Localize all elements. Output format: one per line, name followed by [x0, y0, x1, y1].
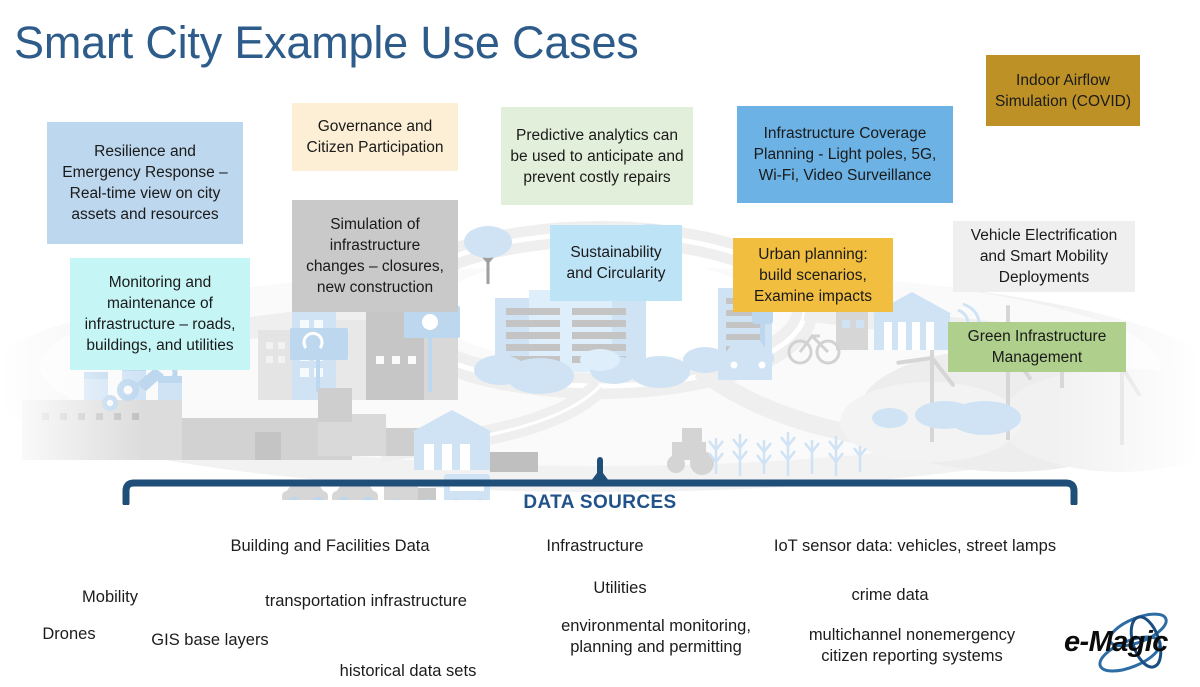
source-term-environmental: environmental monitoring, planning and p…: [561, 617, 751, 656]
callout-resilience[interactable]: Resilience and Emergency Response – Real…: [47, 122, 243, 244]
page-title: Smart City Example Use Cases: [14, 17, 639, 68]
callout-label: Sustainability and Circularity: [566, 244, 666, 282]
callout-label: Monitoring and maintenance of infrastruc…: [84, 274, 236, 354]
callout-label: Predictive analytics can be used to anti…: [510, 126, 684, 186]
callout-label: Vehicle Electrification and Smart Mobili…: [970, 227, 1118, 286]
callout-label: Green Infrastructure Management: [967, 328, 1107, 366]
source-term-crime: crime data: [851, 586, 929, 604]
logo-text: e-Magic: [1064, 626, 1168, 658]
source-term-gis: GIS base layers: [151, 631, 269, 649]
callout-label: Resilience and Emergency Response – Real…: [62, 143, 228, 223]
callout-urban-planning[interactable]: Urban planning: build scenarios, Examine…: [733, 238, 893, 312]
source-term-iot: IoT sensor data: vehicles, street lamps: [773, 537, 1057, 555]
data-sources-title: DATA SOURCES: [523, 492, 677, 513]
callout-simulation[interactable]: Simulation of infrastructure changes – c…: [292, 200, 458, 312]
source-term-utilities: Utilities: [593, 579, 647, 597]
source-term-mobility: Mobility: [82, 588, 138, 606]
callout-label: Infrastructure Coverage Planning - Light…: [753, 125, 937, 184]
callout-label: Simulation of infrastructure changes – c…: [306, 216, 444, 296]
source-term-building: Building and Facilities Data: [230, 537, 430, 555]
callout-monitoring[interactable]: Monitoring and maintenance of infrastruc…: [70, 258, 250, 370]
source-term-multichannel: multichannel nonemergency citizen report…: [808, 626, 1016, 665]
callout-indoor-airflow[interactable]: Indoor Airflow Simulation (COVID): [986, 55, 1140, 126]
source-term-infrastructure: Infrastructure: [546, 537, 644, 555]
source-term-historical: historical data sets: [339, 662, 477, 680]
callout-vehicle-electrification[interactable]: Vehicle Electrification and Smart Mobili…: [953, 221, 1135, 292]
source-term-drones: Drones: [42, 625, 96, 643]
source-term-transportation: transportation infrastructure: [265, 592, 467, 610]
callout-label: Governance and Citizen Participation: [306, 118, 444, 156]
callout-label: Indoor Airflow Simulation (COVID): [994, 71, 1132, 110]
emagic-logo: e-Magic: [1058, 606, 1194, 680]
callout-green-infrastructure[interactable]: Green Infrastructure Management: [948, 322, 1126, 372]
callout-governance[interactable]: Governance and Citizen Participation: [292, 103, 458, 171]
callout-predictive[interactable]: Predictive analytics can be used to anti…: [501, 107, 693, 205]
callout-sustainability[interactable]: Sustainability and Circularity: [550, 225, 682, 301]
callout-label: Urban planning: build scenarios, Examine…: [753, 245, 872, 305]
callout-coverage[interactable]: Infrastructure Coverage Planning - Light…: [737, 106, 953, 203]
